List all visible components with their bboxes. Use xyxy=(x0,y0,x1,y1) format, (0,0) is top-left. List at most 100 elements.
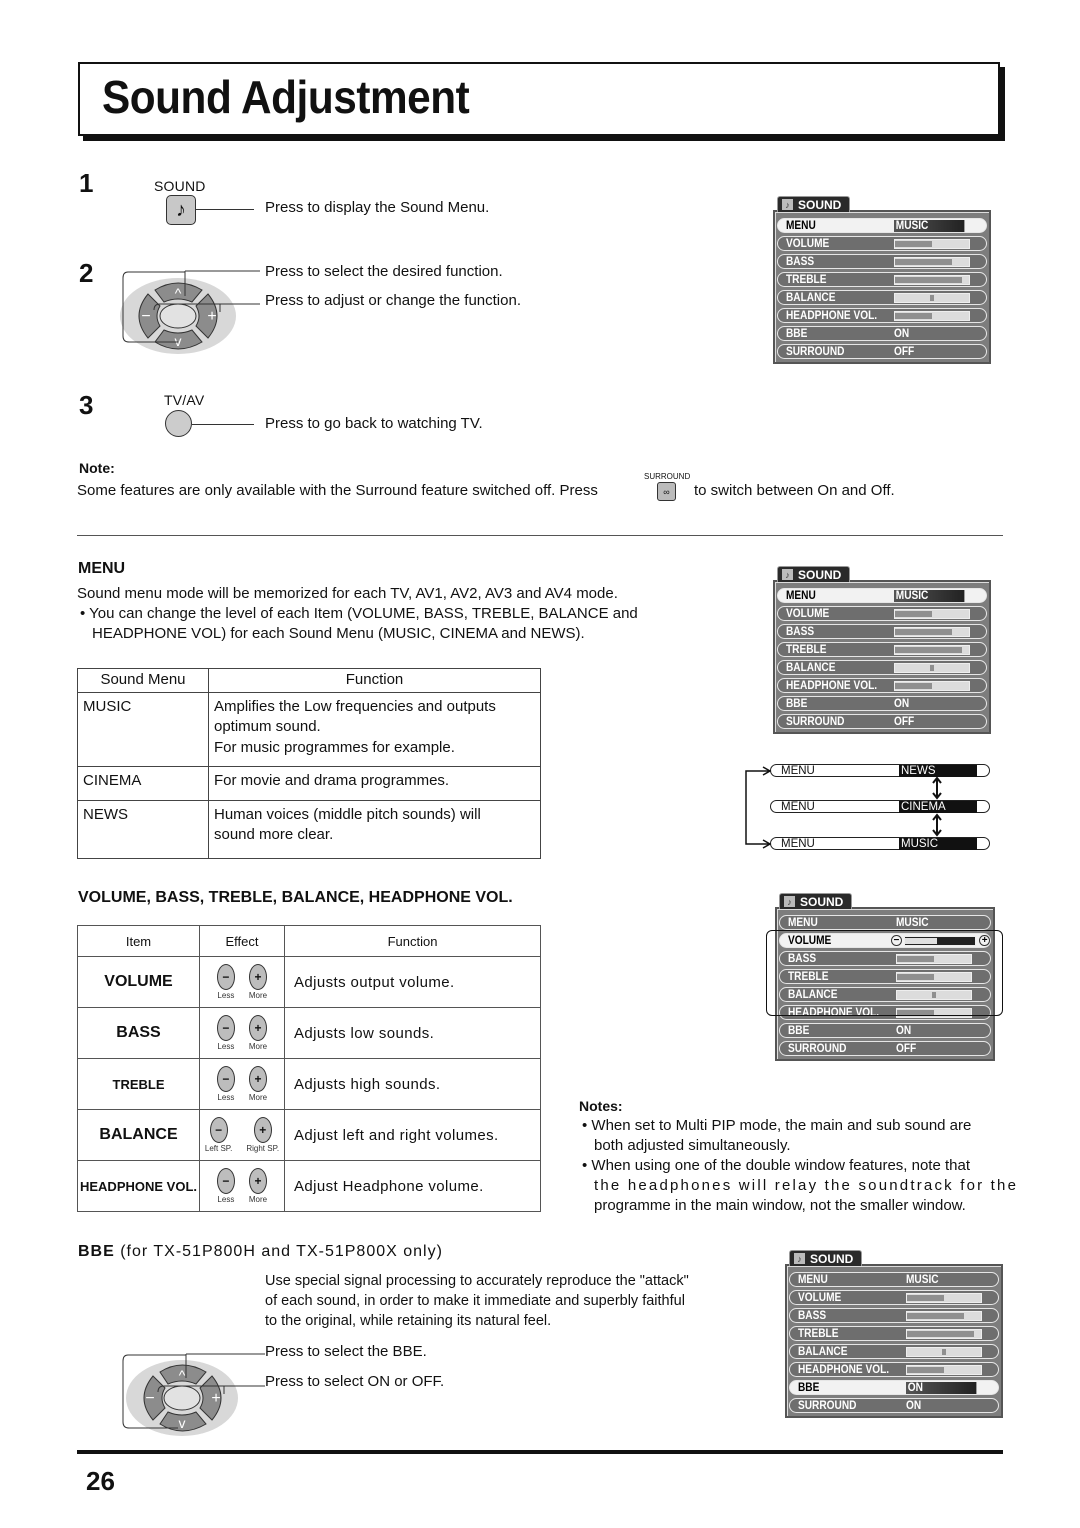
osd-row-surround[interactable]: SURROUND OFF xyxy=(777,344,987,359)
level-fill xyxy=(895,240,932,247)
table-header: Function xyxy=(208,668,541,693)
osd-row-label: HEADPHONE VOL. xyxy=(798,1363,890,1376)
function-line: sound more clear. xyxy=(214,826,334,843)
decrease-button[interactable]: − Left SP. xyxy=(205,1117,232,1153)
osd-row-headphone-vol[interactable]: HEADPHONE VOL. xyxy=(789,1362,999,1377)
direction-pad-icon[interactable]: ^ v − + xyxy=(120,268,260,358)
table-header-row: Item Effect Function xyxy=(77,925,541,957)
table-row: BALANCE − Left SP. + Right SP. Adjust left an… xyxy=(77,1109,541,1161)
osd-row-volume[interactable]: VOLUME xyxy=(789,1290,999,1305)
increase-button[interactable]: + More xyxy=(249,964,267,1000)
step-number-1: 1 xyxy=(79,168,94,198)
sound-key-label: SOUND xyxy=(154,178,206,194)
osd-row-surround[interactable]: SURROUND OFF xyxy=(779,1041,991,1056)
increase-button[interactable]: + Right SP. xyxy=(246,1117,279,1153)
decrease-label: Less xyxy=(217,1195,235,1204)
level-fill xyxy=(895,646,962,653)
item-cell: BASS xyxy=(77,1007,200,1059)
dpad-down[interactable]: v xyxy=(175,333,182,349)
function-cell: Human voices (middle pitch sounds) will … xyxy=(208,799,541,859)
osd-row-label: VOLUME xyxy=(786,237,830,250)
osd-row-label: HEADPHONE VOL. xyxy=(786,679,878,692)
osd-row-balance[interactable]: BALANCE xyxy=(789,1344,999,1359)
decrease-button[interactable]: − Less xyxy=(216,1066,235,1102)
osd-row-bass[interactable]: BASS xyxy=(777,624,987,639)
table-header: Sound Menu xyxy=(77,668,209,693)
increase-button[interactable]: + More xyxy=(249,1066,267,1102)
osd-row-bass[interactable]: BASS xyxy=(789,1308,999,1323)
osd-row-label: BASS xyxy=(786,625,815,638)
effect-cell: − Left SP. + Right SP. xyxy=(199,1109,285,1161)
level-bar xyxy=(906,1310,982,1321)
osd-row-value: ON xyxy=(894,697,910,710)
osd-row-menu[interactable]: MENU MUSIC xyxy=(779,915,991,930)
osd-row-label: VOLUME xyxy=(798,1291,842,1304)
function-cell: Adjusts high sounds. xyxy=(284,1058,541,1110)
page-number: 26 xyxy=(86,1466,115,1496)
table-header: Effect xyxy=(199,925,285,957)
osd-row-balance[interactable]: BALANCE xyxy=(777,660,987,675)
balance-bar xyxy=(894,662,970,673)
level-fill xyxy=(907,1366,944,1373)
osd-row-menu[interactable]: MENU MUSIC xyxy=(789,1272,999,1287)
surround-key-button[interactable]: ∞ xyxy=(657,482,676,501)
dpad-up[interactable]: ^ xyxy=(175,285,182,301)
dpad-left[interactable]: − xyxy=(141,308,150,325)
osd-row-volume[interactable]: VOLUME xyxy=(777,606,987,621)
osd-row-balance[interactable]: BALANCE xyxy=(777,290,987,305)
osd-row-label: MENU xyxy=(786,219,816,232)
menu-cell: CINEMA xyxy=(77,765,209,801)
dpad-down[interactable]: v xyxy=(179,1415,186,1431)
decrease-button[interactable]: − Less xyxy=(216,1015,235,1051)
osd-row-treble[interactable]: TREBLE xyxy=(789,1326,999,1341)
dpad-right[interactable]: + xyxy=(211,1390,220,1407)
osd-row-surround[interactable]: SURROUND ON xyxy=(789,1398,999,1413)
minus-icon: − xyxy=(216,1168,235,1194)
table-row: MUSIC Amplifies the Low frequencies and … xyxy=(77,691,541,767)
surround-icon: ∞ xyxy=(663,486,670,497)
decrease-button[interactable]: − Less xyxy=(216,964,235,1000)
menu-cell: MUSIC xyxy=(77,691,209,767)
direction-pad-icon[interactable]: ^ v − + xyxy=(120,1352,265,1437)
function-cell: Adjusts output volume. xyxy=(284,956,541,1008)
increase-button[interactable]: + More xyxy=(249,1168,267,1204)
osd-row-headphone-vol[interactable]: HEADPHONE VOL. xyxy=(777,308,987,323)
osd-row-bbe[interactable]: BBE ON xyxy=(777,326,987,341)
dpad-up[interactable]: ^ xyxy=(179,1367,186,1383)
tvav-key-button[interactable] xyxy=(165,410,192,437)
osd-tab: ♪ SOUND xyxy=(777,196,851,212)
level-bar xyxy=(906,1328,982,1339)
effect-cell: − Less + More xyxy=(199,1058,285,1110)
decrease-label: Less xyxy=(217,1093,235,1102)
dpad-right[interactable]: + xyxy=(207,308,216,325)
balance-marker xyxy=(942,1348,946,1355)
item-cell: BALANCE xyxy=(77,1109,200,1161)
osd-row-value: OFF xyxy=(896,1042,917,1055)
osd-row-label: SURROUND xyxy=(786,715,845,728)
note-text-before: Some features are only available with th… xyxy=(77,482,598,499)
increase-button[interactable]: + More xyxy=(249,1015,267,1051)
sound-menu-table: Sound Menu Function MUSIC Amplifies the … xyxy=(77,668,541,859)
note-line: both adjusted simultaneously. xyxy=(594,1137,791,1154)
increase-label: More xyxy=(248,1093,268,1102)
level-bar xyxy=(894,274,970,285)
osd-row-volume[interactable]: VOLUME xyxy=(777,236,987,251)
osd-row-bbe[interactable]: BBE ON xyxy=(777,696,987,711)
osd-row-treble[interactable]: TREBLE xyxy=(777,642,987,657)
osd-row-menu[interactable]: MENU MUSIC xyxy=(777,588,987,603)
osd-row-bbe[interactable]: BBE ON xyxy=(789,1380,999,1395)
osd-row-bbe[interactable]: BBE ON xyxy=(779,1023,991,1038)
notes-item-2: • When using one of the double window fe… xyxy=(582,1156,1018,1216)
osd-row-value: ON xyxy=(906,1381,977,1394)
osd-row-label: MENU xyxy=(788,916,818,929)
dpad-left[interactable]: − xyxy=(145,1390,154,1407)
decrease-button[interactable]: − Less xyxy=(216,1168,235,1204)
osd-row-treble[interactable]: TREBLE xyxy=(777,272,987,287)
osd-row-bass[interactable]: BASS xyxy=(777,254,987,269)
osd-row-headphone-vol[interactable]: HEADPHONE VOL. xyxy=(777,678,987,693)
level-fill xyxy=(895,276,962,283)
sound-key-button[interactable]: ♪ xyxy=(166,195,196,225)
note-line: • When using one of the double window fe… xyxy=(582,1157,971,1174)
osd-row-surround[interactable]: SURROUND OFF xyxy=(777,714,987,729)
osd-row-menu[interactable]: MENU MUSIC xyxy=(777,218,987,233)
